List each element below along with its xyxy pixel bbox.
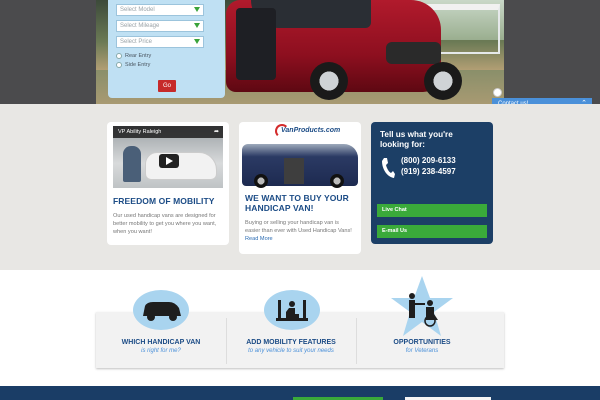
side-entry-option[interactable]: Side Entry (116, 61, 217, 69)
phone-number-2[interactable]: (919) 238-4597 (401, 167, 456, 176)
play-icon[interactable] (159, 154, 179, 168)
lift-silhouette (276, 300, 308, 321)
van-ramp (284, 158, 304, 184)
hero-van-wheel (310, 62, 348, 100)
feature-title-van[interactable]: WHICH HANDICAP VAN (96, 339, 226, 346)
feature-subtitle-veterans: for Veterans (405, 348, 439, 354)
freedom-text: Our used handicap vans are designed for … (113, 213, 217, 235)
contact-title-line2: looking for: (380, 140, 426, 149)
van-silhouette (143, 302, 181, 321)
phone-icon (382, 158, 395, 178)
van-search-panel: Select Model Select Mileage Select Price… (108, 0, 225, 98)
rear-entry-option[interactable]: Rear Entry (116, 52, 217, 60)
phone-number-1[interactable]: (800) 209-6133 (401, 156, 456, 165)
wheelchair-lift-icon[interactable] (264, 290, 320, 330)
go-button[interactable]: Go (158, 80, 176, 92)
buy-text: Buying or selling your handicap van is e… (245, 219, 355, 243)
chevron-down-icon (194, 7, 200, 12)
video-card: VP Ability Raleigh ➦ FREEDOM OF MOBILITY… (107, 122, 229, 245)
van-wheel (330, 174, 344, 188)
price-select[interactable]: Select Price (116, 36, 204, 48)
van-wheel (254, 174, 268, 188)
contact-card-title: Tell us what you're looking for: (380, 130, 453, 150)
rear-entry-label: Rear Entry (125, 53, 152, 59)
buy-text-body: Buying or selling your handicap van is e… (245, 220, 352, 234)
video-title-bar: VP Ability Raleigh (113, 126, 223, 138)
email-us-button[interactable]: E-mail Us (377, 225, 487, 238)
logo-text: VanProducts.com (281, 127, 341, 134)
feature-title-mobility[interactable]: ADD MOBILITY FEATURES (226, 339, 356, 346)
video-title: VP Ability Raleigh (118, 129, 162, 135)
radio-icon[interactable] (116, 62, 122, 68)
live-chat-button[interactable]: Live Chat (377, 204, 487, 217)
feature-subtitle-mobility: to any vehicle to suit your needs (248, 348, 334, 354)
radio-icon[interactable] (116, 53, 122, 59)
buy-title-line2: HANDICAP VAN! (245, 203, 314, 213)
video-car (145, 152, 217, 180)
model-select[interactable]: Select Model (116, 4, 204, 16)
vanproducts-logo: VanProducts.com (275, 124, 340, 142)
hero-van-wheel (424, 62, 462, 100)
veterans-star-icon[interactable] (390, 276, 454, 338)
model-select-text: Select Model (120, 7, 155, 13)
contact-title-line1: Tell us what you're (380, 130, 453, 139)
van-icon[interactable] (133, 290, 189, 330)
share-icon[interactable]: ➦ (214, 128, 219, 135)
slider-dot[interactable] (493, 88, 502, 97)
footer (0, 386, 600, 400)
read-more-link[interactable]: Read More (245, 236, 273, 242)
buy-title-line1: WE WANT TO BUY YOUR (245, 193, 349, 203)
freedom-title: FREEDOM OF MOBILITY (113, 196, 215, 206)
mileage-select-text: Select Mileage (120, 23, 160, 29)
contact-card: Tell us what you're looking for: (800) 2… (371, 122, 493, 244)
video-person (123, 146, 141, 182)
chevron-down-icon (194, 39, 200, 44)
feature-title-veterans[interactable]: OPPORTUNITIES (357, 339, 487, 346)
hero-van-grille (386, 42, 441, 64)
hero-van-door (236, 8, 276, 80)
buy-van-photo (242, 144, 358, 188)
video-player[interactable]: VP Ability Raleigh ➦ (113, 126, 223, 188)
hero-banner: Select Model Select Mileage Select Price… (0, 0, 600, 104)
buy-van-card: VanProducts.com WE WANT TO BUY YOUR HAND… (239, 122, 361, 254)
feature-subtitle-van: is right for me? (141, 348, 181, 354)
chevron-down-icon (194, 23, 200, 28)
mileage-select[interactable]: Select Mileage (116, 20, 204, 32)
side-entry-label: Side Entry (125, 62, 151, 68)
price-select-text: Select Price (120, 39, 153, 45)
